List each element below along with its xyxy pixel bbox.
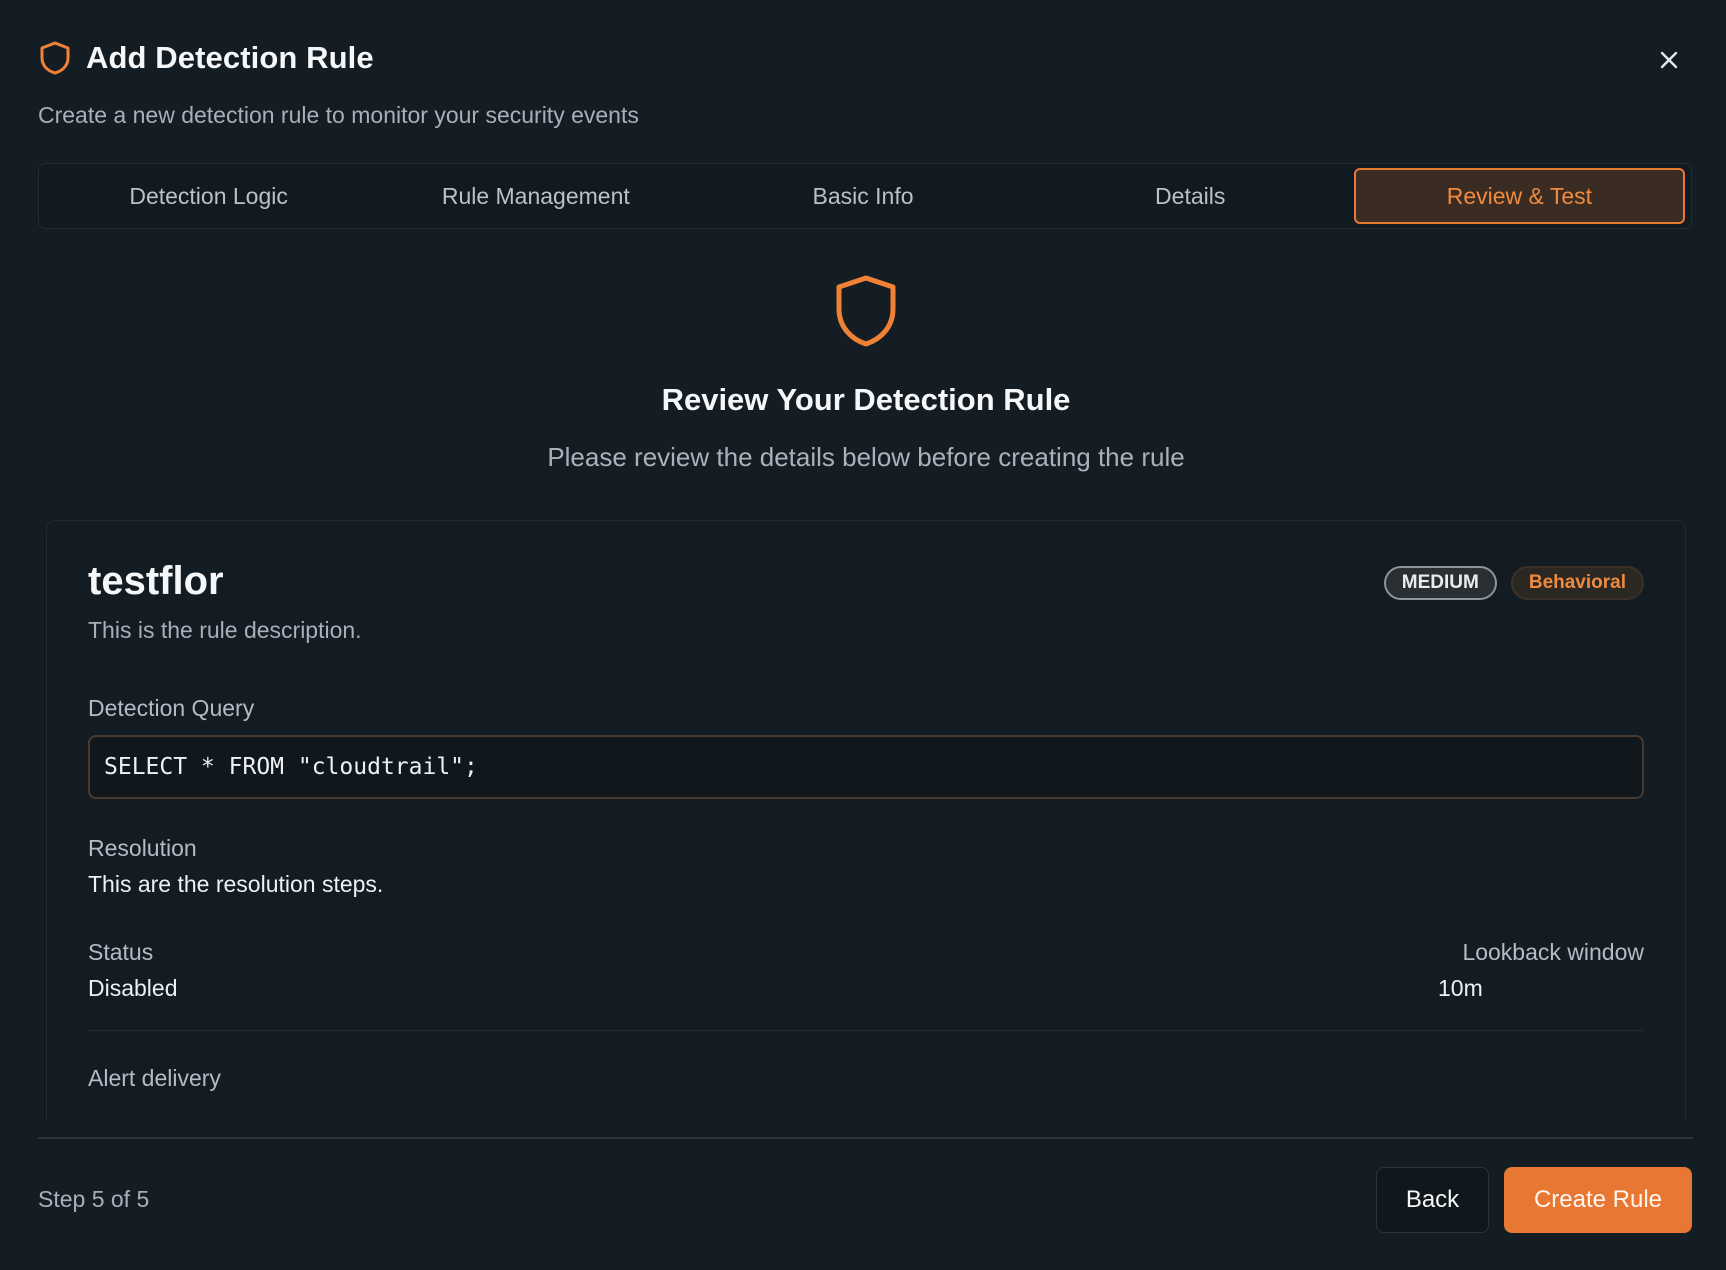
status-label: Status [88, 939, 154, 965]
rule-summary-card: testflor MEDIUM Behavioral This is the r… [46, 520, 1686, 1120]
add-detection-rule-dialog: Add Detection Rule Create a new detectio… [0, 0, 1726, 1270]
dialog-header: Add Detection Rule [38, 40, 374, 76]
close-button[interactable] [1654, 47, 1684, 77]
detection-query-box: SELECT * FROM "cloudtrail"; [88, 735, 1644, 799]
lookback-window-label: Lookback window [1462, 939, 1644, 965]
review-subtitle: Please review the details below before c… [547, 442, 1185, 472]
rule-description: This is the rule description. [88, 617, 362, 643]
status-value: Disabled [88, 975, 178, 1001]
tab-review-test[interactable]: Review & Test [1353, 168, 1686, 224]
tab-rule-management[interactable]: Rule Management [372, 168, 699, 224]
dialog-subtitle: Create a new detection rule to monitor y… [38, 102, 639, 128]
dialog-title: Add Detection Rule [86, 40, 374, 75]
tab-basic-info[interactable]: Basic Info [699, 168, 1026, 224]
back-button[interactable]: Back [1376, 1167, 1489, 1233]
close-icon [1658, 49, 1680, 76]
shield-icon [833, 273, 899, 349]
create-rule-button[interactable]: Create Rule [1504, 1167, 1692, 1233]
resolution-label: Resolution [88, 835, 197, 861]
step-indicator: Step 5 of 5 [38, 1186, 150, 1212]
alert-delivery-label: Alert delivery [88, 1065, 221, 1091]
detection-query-label: Detection Query [88, 695, 255, 721]
rule-type-badge: Behavioral [1510, 566, 1644, 600]
lookback-window-value: 10m [1438, 975, 1483, 1001]
tab-details[interactable]: Details [1027, 168, 1354, 224]
section-divider [88, 1030, 1644, 1031]
shield-icon [38, 40, 72, 76]
rule-name: testflor [88, 559, 224, 603]
severity-badge: MEDIUM [1383, 566, 1497, 600]
review-title: Review Your Detection Rule [661, 382, 1071, 417]
tab-detection-logic[interactable]: Detection Logic [45, 168, 372, 224]
footer-divider [38, 1137, 1693, 1139]
resolution-value: This are the resolution steps. [88, 871, 384, 897]
step-tabs: Detection Logic Rule Management Basic In… [38, 163, 1692, 229]
detection-query-text: SELECT * FROM "cloudtrail"; [104, 754, 478, 780]
rule-badges: MEDIUM Behavioral [1383, 566, 1644, 600]
